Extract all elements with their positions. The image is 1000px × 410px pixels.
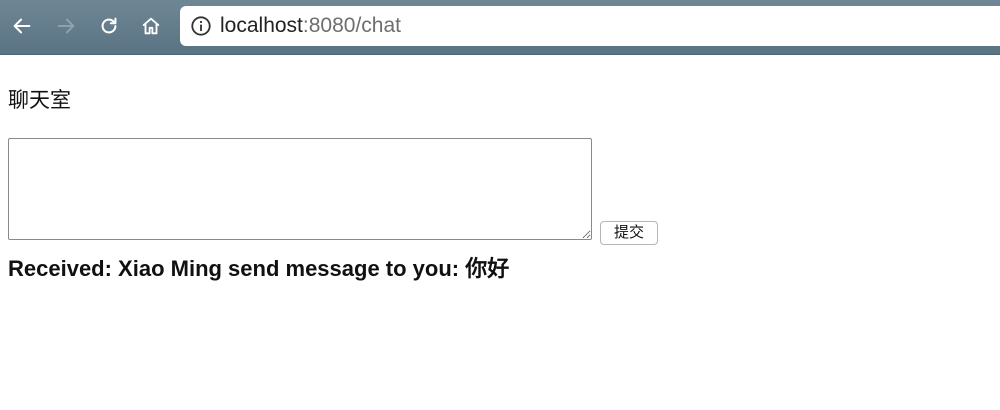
received-message: Received: Xiao Ming send message to you:… bbox=[8, 256, 510, 281]
home-button[interactable] bbox=[136, 10, 166, 42]
page-title: 聊天室 bbox=[8, 89, 71, 112]
back-arrow-icon bbox=[13, 18, 31, 34]
browser-toolbar: localhost:8080/chat bbox=[0, 0, 1000, 55]
home-icon bbox=[142, 17, 160, 35]
message-input[interactable] bbox=[8, 138, 592, 240]
forward-arrow-icon bbox=[57, 18, 75, 34]
address-bar[interactable]: localhost:8080/chat bbox=[180, 6, 1000, 46]
info-icon[interactable] bbox=[190, 15, 212, 37]
reload-button[interactable] bbox=[94, 10, 124, 42]
submit-button[interactable]: 提交 bbox=[600, 221, 658, 245]
url-text[interactable]: localhost:8080/chat bbox=[220, 15, 401, 37]
forward-button[interactable] bbox=[51, 10, 81, 42]
url-path: :8080/chat bbox=[302, 14, 401, 37]
url-host: localhost bbox=[220, 14, 303, 37]
reload-icon bbox=[101, 17, 117, 34]
back-button[interactable] bbox=[7, 10, 37, 42]
